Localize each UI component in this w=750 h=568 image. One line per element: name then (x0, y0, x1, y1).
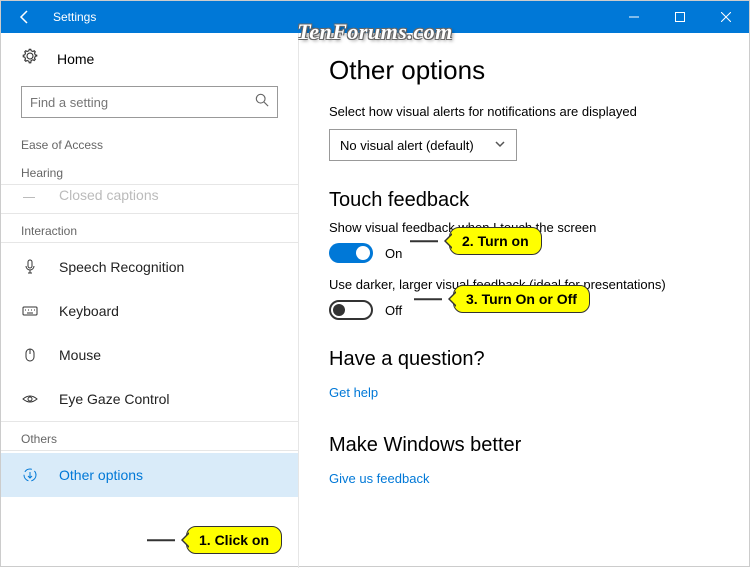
sidebar-item-label: Eye Gaze Control (59, 391, 170, 407)
sidebar-item-label: Keyboard (59, 303, 119, 319)
sidebar-home[interactable]: Home (1, 33, 298, 80)
sidebar-item-other-options[interactable]: Other options (1, 453, 298, 497)
toggle-touch-feedback-state: On (385, 246, 402, 261)
sidebar-item-label: Mouse (59, 347, 101, 363)
search-input[interactable] (30, 95, 255, 110)
callout-1: 1. Click on (186, 526, 282, 554)
visual-alerts-select[interactable]: No visual alert (default) (329, 129, 517, 161)
sidebar: Home Ease of Access Hearing Closed capti… (1, 33, 299, 568)
sidebar-home-label: Home (57, 51, 94, 67)
touch-feedback-title: Touch feedback (329, 189, 719, 212)
options-arrow-icon (21, 467, 39, 483)
page-title: Other options (329, 55, 719, 86)
maximize-button[interactable] (657, 1, 703, 33)
sidebar-item-closed-captions[interactable]: Closed captions (1, 187, 298, 213)
sidebar-group-interaction: Interaction (1, 213, 298, 243)
microphone-icon (21, 259, 39, 275)
toggle-darker-feedback-state: Off (385, 303, 402, 318)
window-title: Settings (49, 10, 96, 24)
sidebar-item-label: Other options (59, 467, 143, 483)
callout-3: 3. Turn On or Off (453, 285, 590, 313)
sidebar-category: Ease of Access (1, 132, 298, 158)
back-button[interactable] (1, 1, 49, 33)
search-icon (255, 93, 269, 112)
sidebar-item-keyboard[interactable]: Keyboard (1, 289, 298, 333)
titlebar: Settings (1, 1, 749, 33)
search-input-container[interactable] (21, 86, 278, 118)
toggle-touch-feedback[interactable] (329, 243, 373, 263)
callout-2: 2. Turn on (449, 227, 542, 255)
better-title: Make Windows better (329, 434, 719, 457)
chevron-down-icon (494, 138, 506, 153)
feedback-link[interactable]: Give us feedback (329, 471, 429, 486)
visual-alerts-label: Select how visual alerts for notificatio… (329, 104, 719, 119)
sidebar-item-mouse[interactable]: Mouse (1, 333, 298, 377)
sidebar-item-speech[interactable]: Speech Recognition (1, 245, 298, 289)
minimize-button[interactable] (611, 1, 657, 33)
question-title: Have a question? (329, 348, 719, 371)
sidebar-item-eyegaze[interactable]: Eye Gaze Control (1, 377, 298, 421)
close-button[interactable] (703, 1, 749, 33)
gear-icon (21, 47, 39, 70)
toggle-darker-feedback[interactable] (329, 300, 373, 320)
keyboard-icon (21, 303, 39, 319)
visual-alerts-value: No visual alert (default) (340, 138, 474, 153)
eye-icon (21, 391, 39, 407)
sidebar-group-hearing: Hearing (1, 158, 298, 185)
sidebar-group-others: Others (1, 421, 298, 451)
get-help-link[interactable]: Get help (329, 385, 378, 400)
sidebar-item-label: Speech Recognition (59, 259, 184, 275)
mouse-icon (21, 347, 39, 363)
